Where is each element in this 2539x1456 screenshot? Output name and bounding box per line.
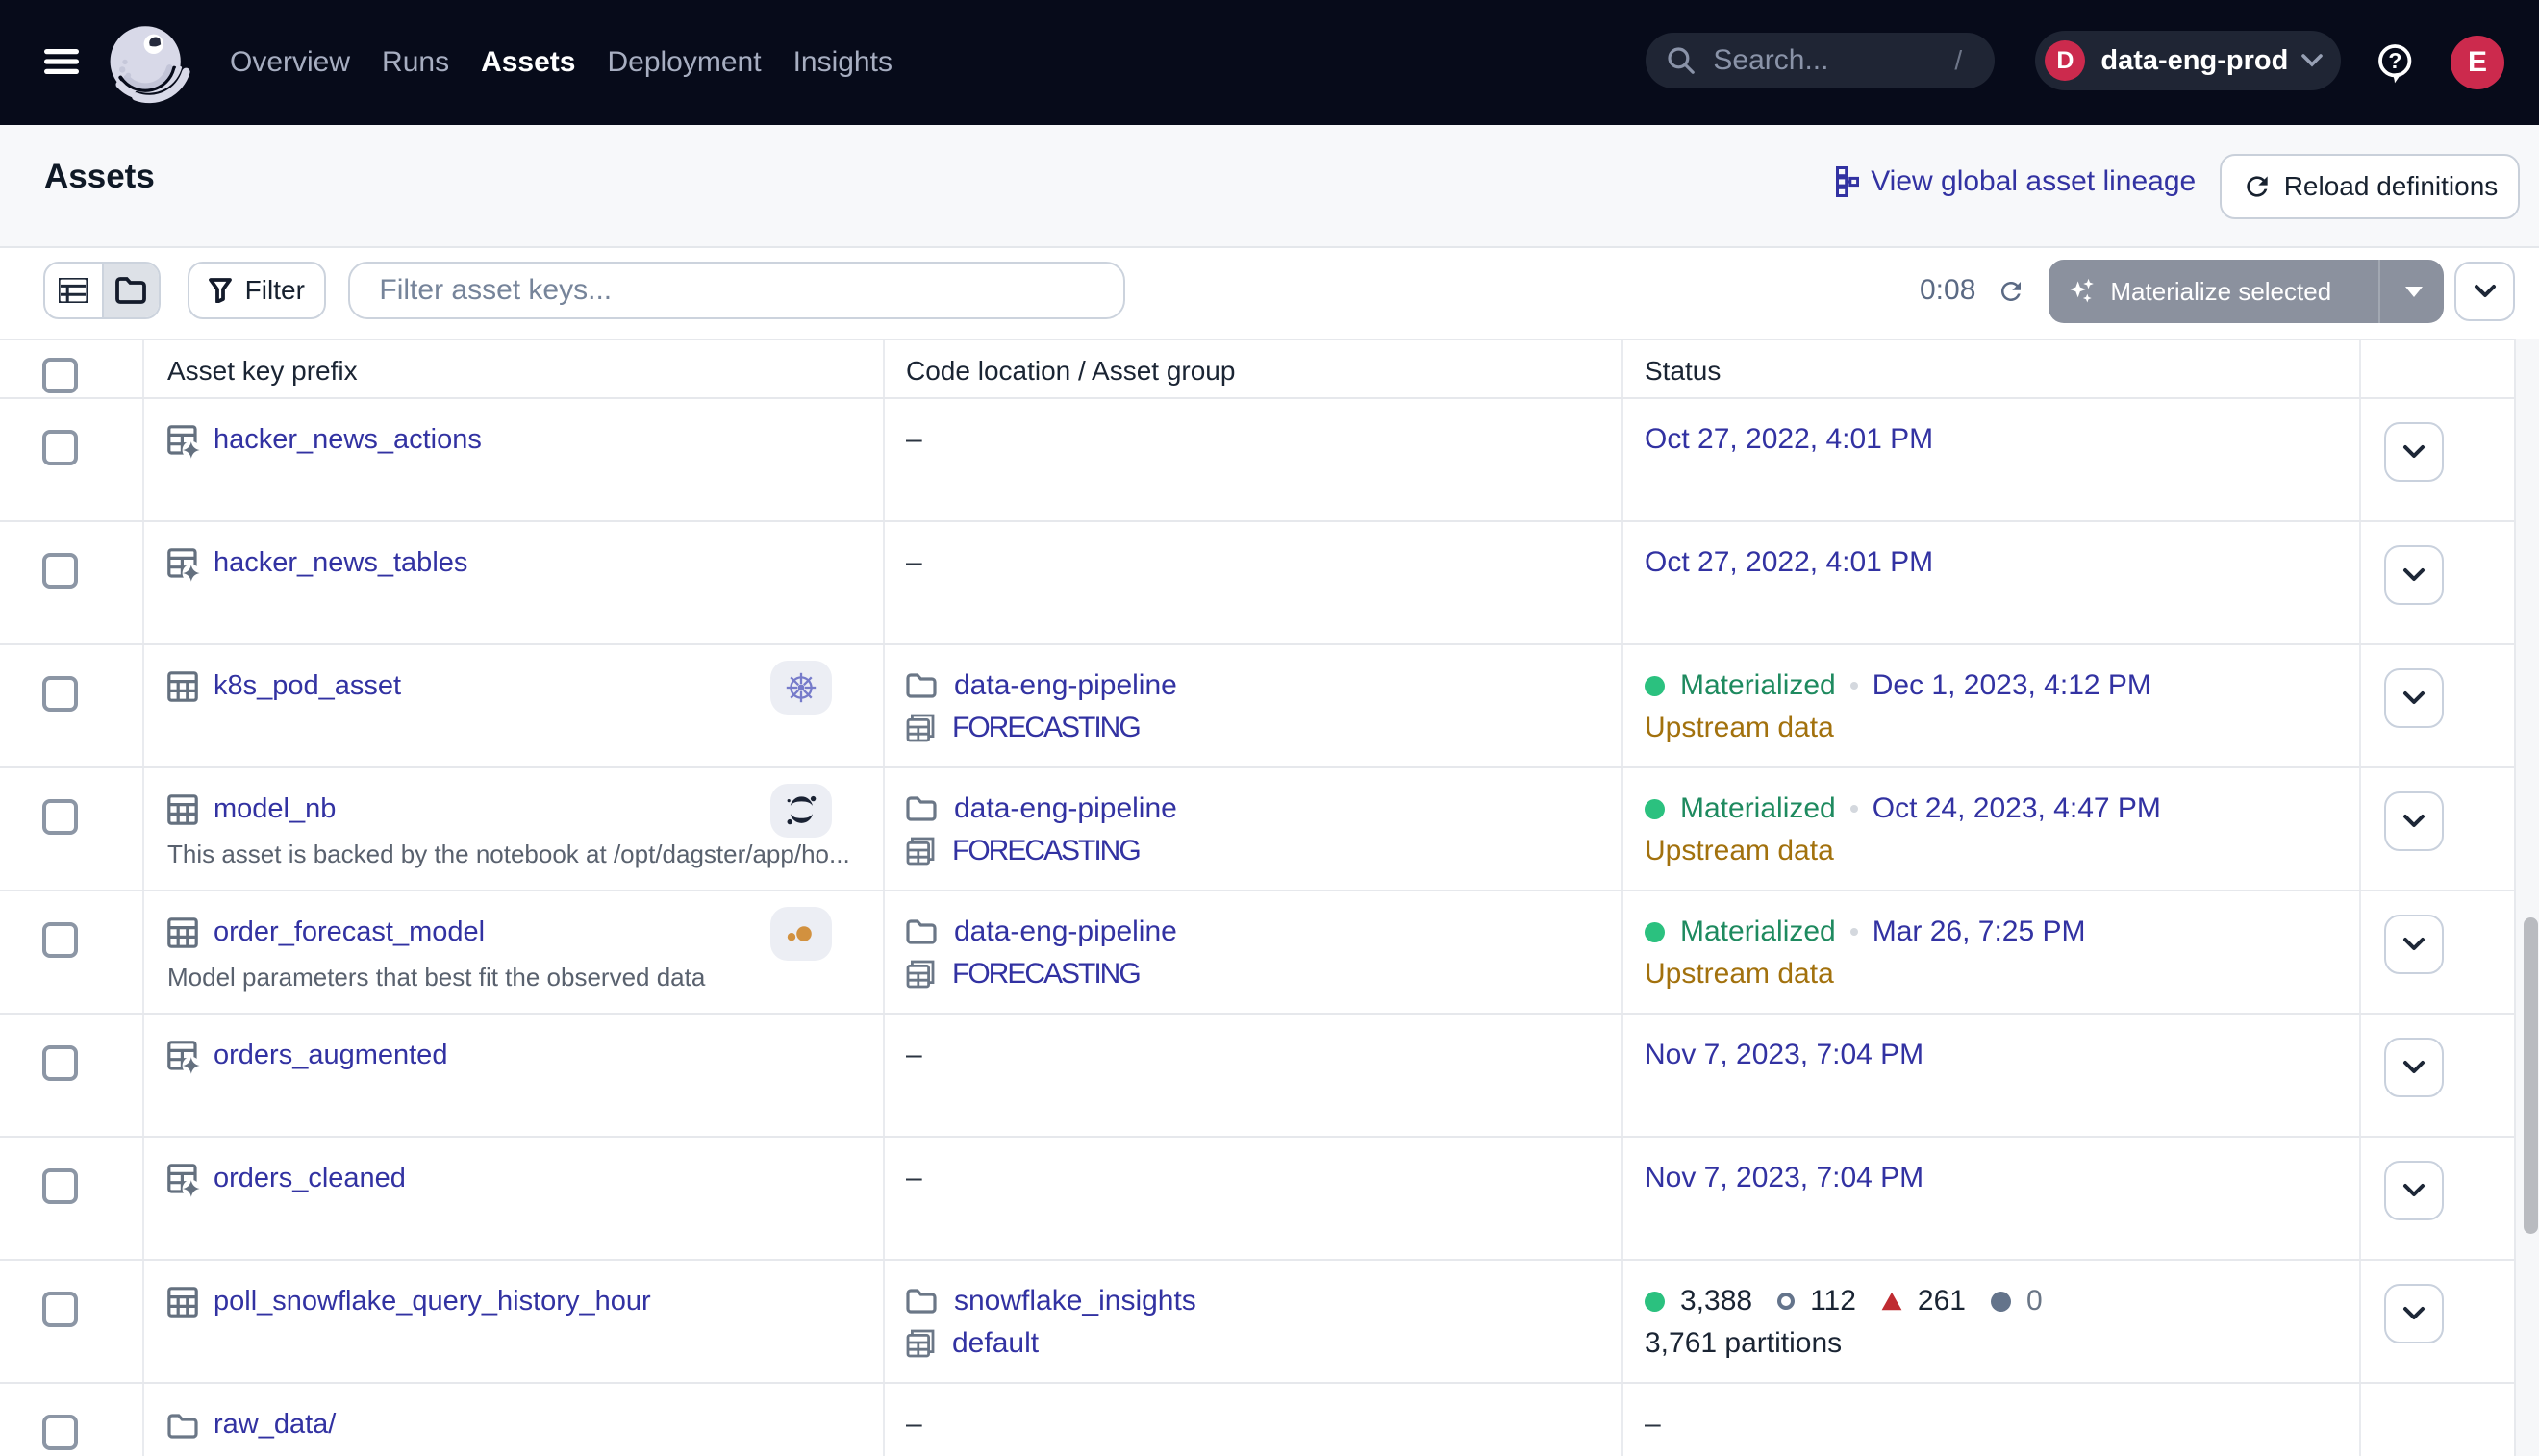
svg-text:?: ?	[2388, 48, 2401, 73]
